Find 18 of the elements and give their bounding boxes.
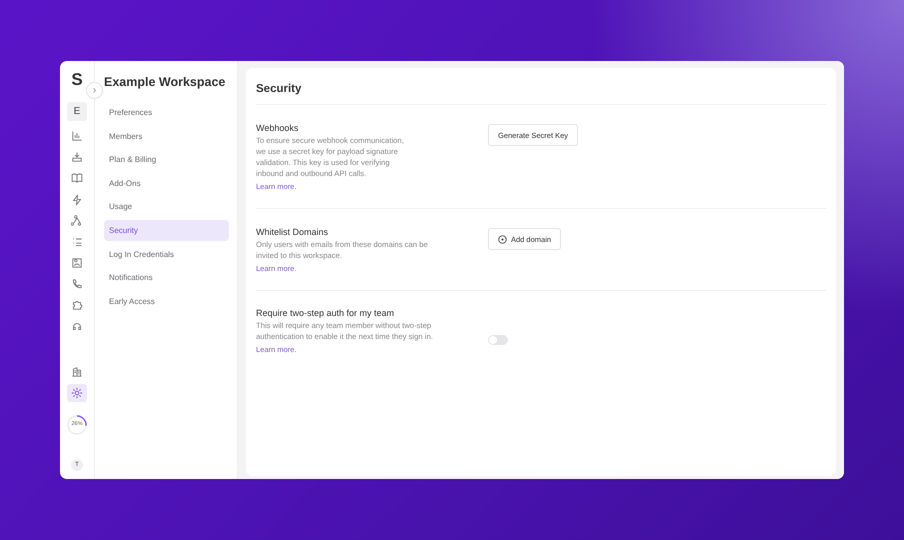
sidebar-item[interactable]: Usage — [104, 196, 229, 218]
section-title: Require two-step auth for my team — [256, 308, 396, 318]
toggle-switch[interactable] — [488, 335, 508, 345]
page-title: Security — [256, 68, 826, 105]
app-logo: S — [71, 71, 83, 89]
sidebar-item[interactable]: Security — [104, 220, 229, 241]
sidebar-item[interactable]: Log In Credentials — [104, 244, 229, 265]
sidebar-item[interactable]: Plan & Billing — [104, 149, 229, 170]
section-title: Webhooks — [256, 123, 300, 133]
sidebar-item[interactable]: Notifications — [104, 267, 229, 288]
section-title: Whitelist Domains — [256, 227, 330, 237]
workspace-switcher[interactable]: E — [67, 102, 87, 121]
workspace-title: Example Workspace — [104, 75, 226, 89]
sidebar-item[interactable]: Add-Ons — [104, 172, 229, 194]
sidebar-item[interactable]: Preferences — [104, 102, 229, 123]
sidebar-item[interactable]: Members — [104, 126, 229, 147]
expand-button[interactable]: › — [86, 82, 103, 99]
sidebar-item[interactable]: Early Access — [104, 290, 229, 312]
